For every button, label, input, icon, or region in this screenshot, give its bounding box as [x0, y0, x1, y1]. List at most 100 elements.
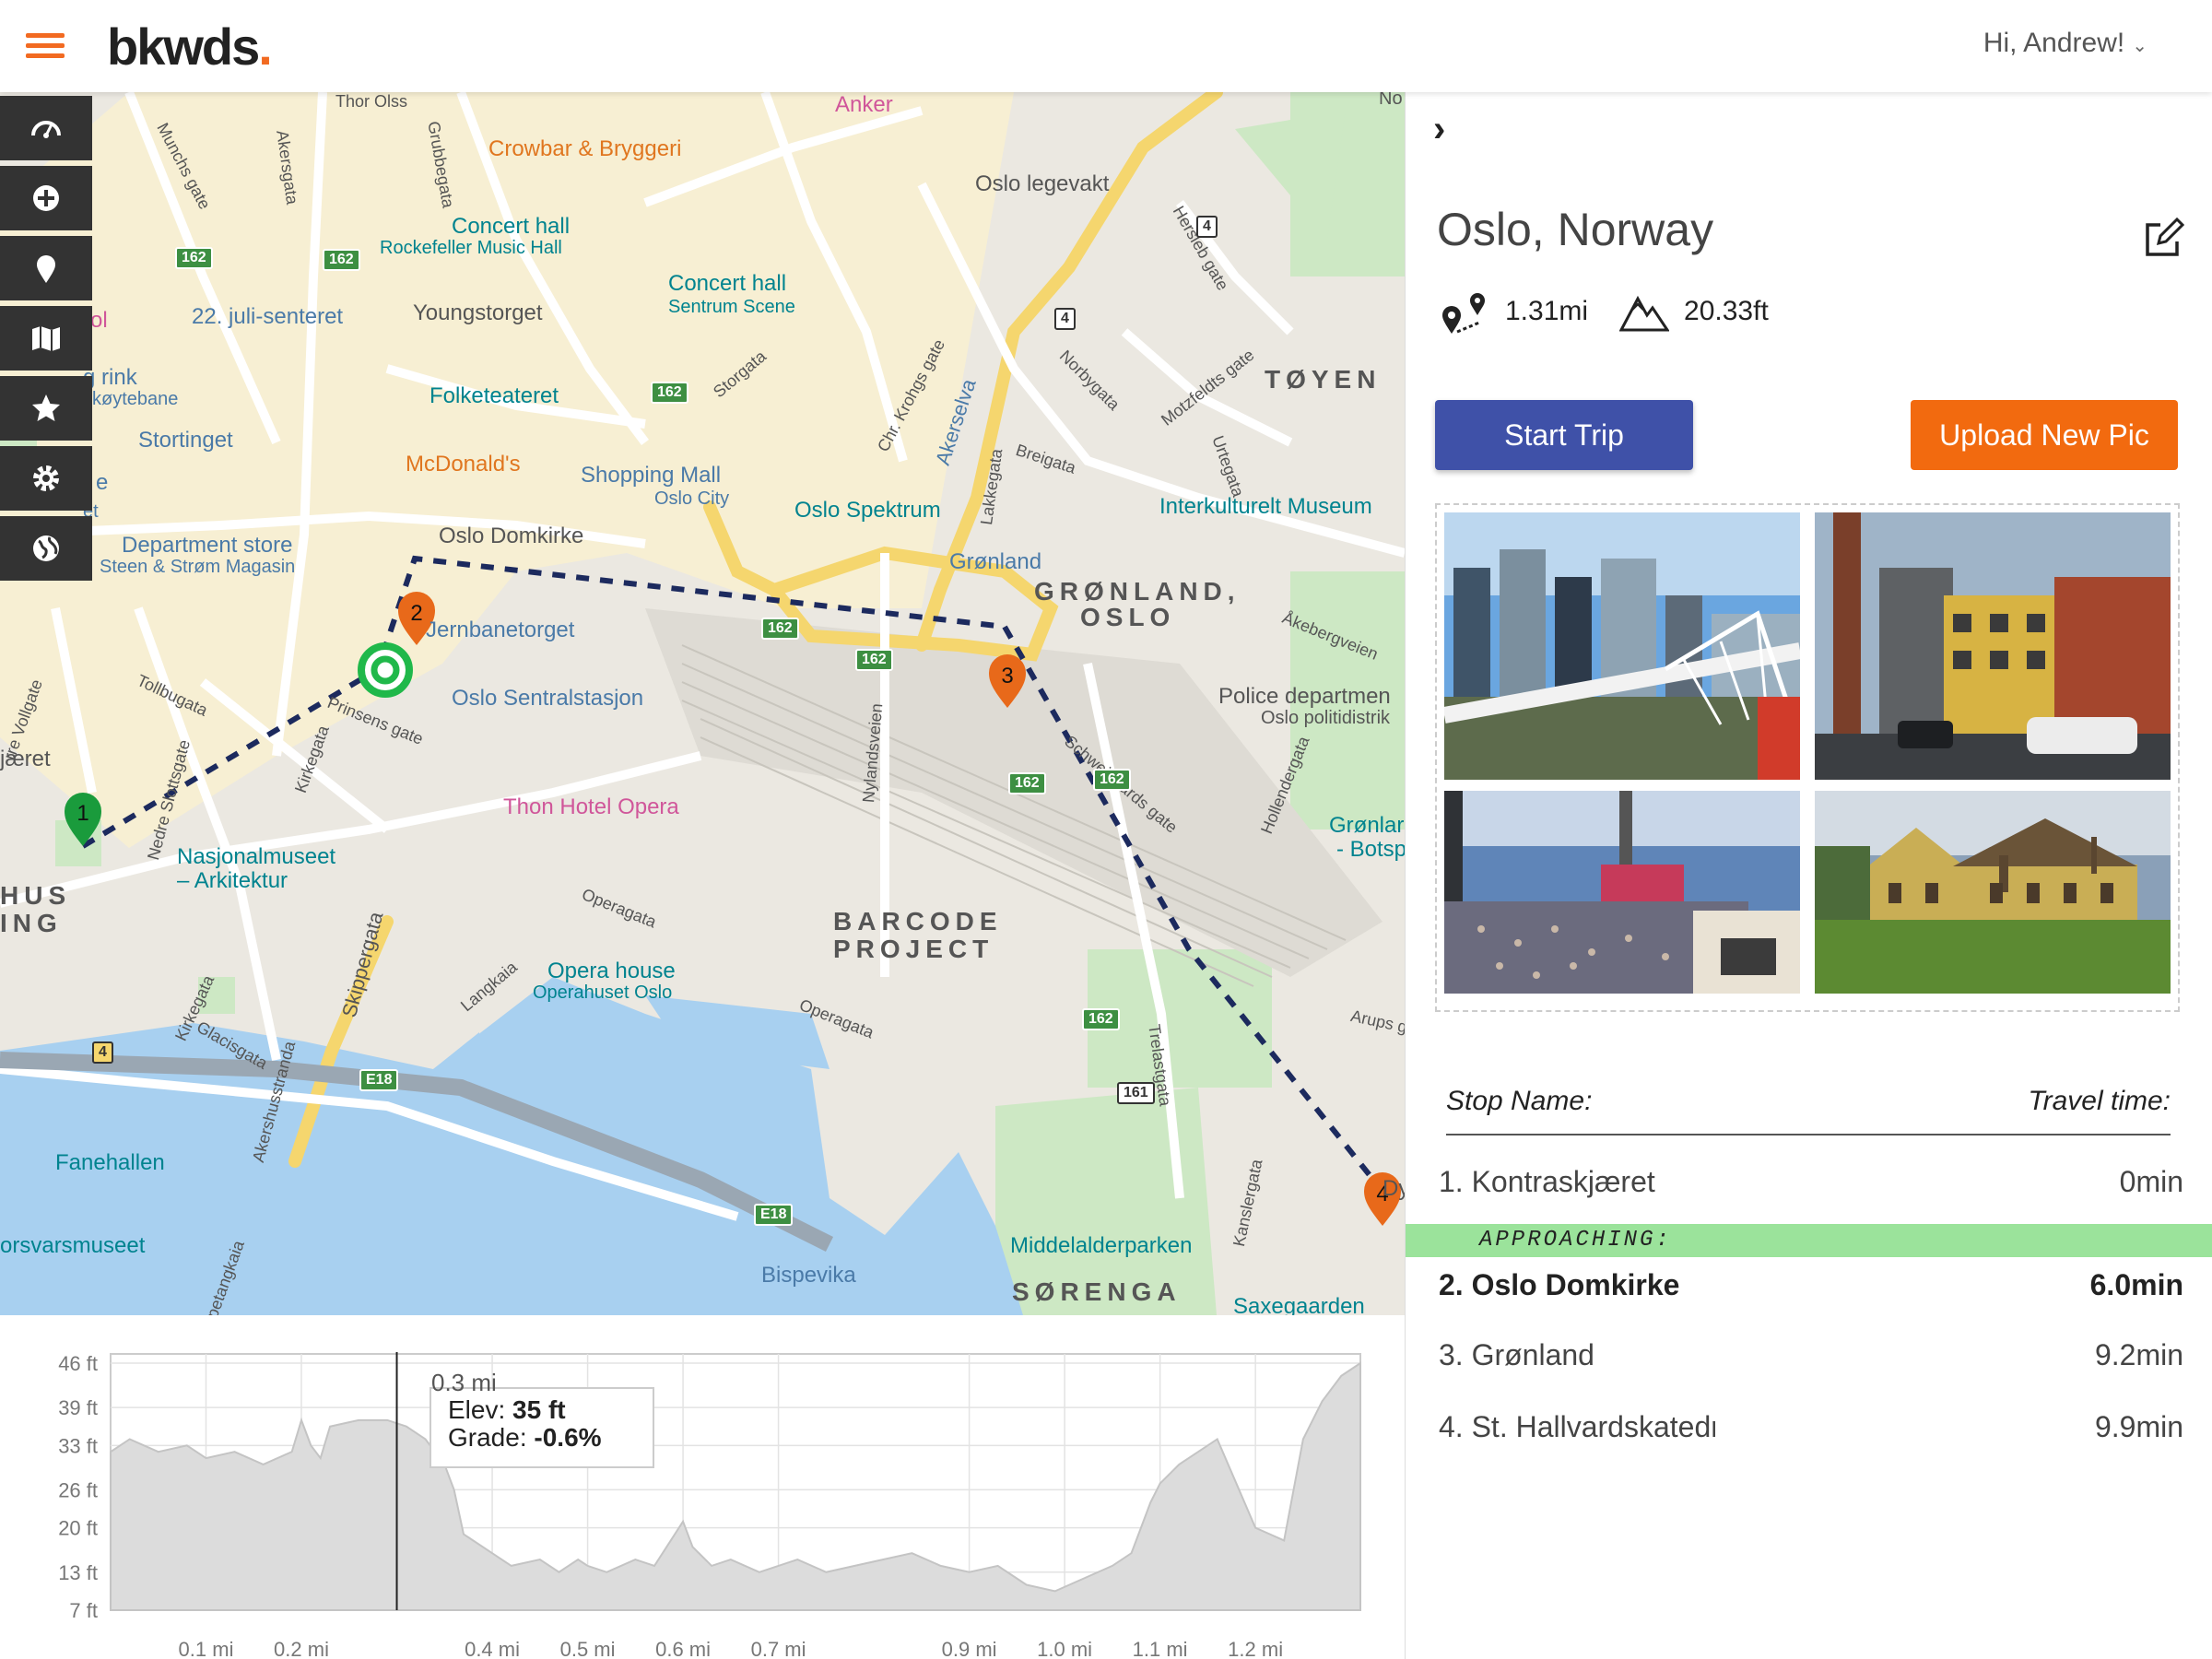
elevation-chart[interactable]: 46 ft 39 ft 33 ft 26 ft 20 ft 13 ft 7 ft 0.1 mi…: [0, 1315, 1405, 1659]
map-label[interactable]: Operahuset Oslo: [533, 982, 672, 1004]
map-label[interactable]: Saxegaarden: [1233, 1294, 1365, 1315]
map-label[interactable]: orsvarsmuseet: [0, 1233, 145, 1259]
cursor-distance-label: 0.3 mi: [431, 1369, 497, 1396]
map-label[interactable]: Grønlar: [1329, 813, 1404, 839]
map-label[interactable]: Interkulturelt Museum: [1159, 494, 1372, 520]
collapse-panel-button[interactable]: ›: [1433, 109, 1445, 150]
map-label[interactable]: Police departmen: [1218, 684, 1391, 710]
map-label[interactable]: Jernbanetorget: [426, 618, 574, 643]
stop-time: 0min: [2119, 1165, 2183, 1198]
road-shield: 162: [175, 247, 213, 269]
road-shield: 162: [1082, 1008, 1120, 1030]
x-tick-label: 0.4 mi: [465, 1638, 520, 1659]
road-shield: 161: [1117, 1082, 1155, 1104]
map-label: Dy: [1382, 1176, 1405, 1201]
map-label[interactable]: – Arkitektur: [177, 868, 288, 894]
map-label[interactable]: Oslo City: [654, 488, 729, 510]
photo-gallery: [1435, 503, 2180, 1012]
map-label[interactable]: Folketeateret: [429, 383, 559, 409]
map-label: SØRENGA: [1012, 1277, 1182, 1306]
stop-name: 1. Kontraskjæret: [1439, 1165, 1655, 1198]
y-tick-label: 20 ft: [58, 1517, 98, 1540]
map-label[interactable]: Middelalderparken: [1010, 1233, 1192, 1259]
map-label[interactable]: Anker: [835, 92, 893, 118]
column-travel-time: Travel time:: [2028, 1086, 2171, 1116]
map-label[interactable]: Rockefeller Music Hall: [380, 238, 562, 259]
map-label[interactable]: Grønland: [949, 549, 1041, 575]
stop-time: 9.2min: [2094, 1338, 2183, 1371]
map-label[interactable]: Oslo Domkirke: [439, 524, 583, 549]
map-label[interactable]: Oslo politidistrik: [1261, 708, 1390, 729]
x-tick-label: 0.2 mi: [274, 1638, 329, 1659]
map-label[interactable]: Concert hall: [668, 271, 786, 297]
road-shield: 162: [855, 649, 893, 671]
road-shield: 162: [761, 618, 799, 640]
y-tick-label: 33 ft: [58, 1434, 98, 1457]
map-label[interactable]: Oslo legevakt: [975, 171, 1109, 197]
star-icon[interactable]: [0, 376, 92, 441]
add-icon[interactable]: [0, 166, 92, 230]
road-shield: E18: [359, 1069, 399, 1091]
map-label[interactable]: Stortinget: [138, 428, 233, 453]
start-trip-button[interactable]: Start Trip: [1435, 400, 1693, 470]
map-label[interactable]: Oslo Sentralstasjon: [452, 686, 643, 712]
map-label: Bispevika: [761, 1263, 856, 1288]
stop-row-active[interactable]: 2. Oslo Domkirke 6.0min: [1406, 1259, 2212, 1311]
road-shield: 162: [651, 382, 688, 404]
top-bar: bkwds. Hi, Andrew! ⌄: [0, 0, 2212, 92]
mountain-icon: [1619, 295, 1670, 332]
elevation-stat: 20.33ft: [1619, 289, 1769, 334]
x-tick-label: 0.6 mi: [655, 1638, 711, 1659]
trip-photo[interactable]: [1444, 512, 1800, 780]
settings-icon[interactable]: [0, 446, 92, 511]
map-label: OSLO: [1080, 603, 1176, 631]
map-icon[interactable]: [0, 306, 92, 371]
map-label[interactable]: - Botsp: [1336, 837, 1405, 863]
map-label[interactable]: Thon Hotel Opera: [503, 794, 679, 820]
column-stop-name: Stop Name:: [1446, 1086, 1593, 1116]
stop-row[interactable]: 3. Grønland 9.2min: [1406, 1329, 2212, 1381]
map-label[interactable]: Shopping Mall: [581, 463, 721, 488]
road-shield: 162: [323, 249, 360, 271]
elevation-chart-canvas: 46 ft 39 ft 33 ft 26 ft 20 ft 13 ft 7 ft 0.1 mi…: [58, 1352, 1361, 1659]
edit-icon[interactable]: [2142, 218, 2184, 260]
trip-photo[interactable]: [1444, 791, 1800, 994]
dashboard-icon[interactable]: [0, 96, 92, 160]
map-label[interactable]: Oslo Spektrum: [794, 498, 941, 524]
y-tick-label: 7 ft: [69, 1599, 98, 1622]
location-pin-icon[interactable]: [0, 236, 92, 300]
tool-sidebar: [0, 96, 92, 586]
road-shield: 4: [1054, 308, 1076, 330]
map-label[interactable]: 22. juli-senteret: [192, 304, 343, 330]
user-menu[interactable]: Hi, Andrew! ⌄: [1983, 28, 2147, 59]
map-label[interactable]: Crowbar & Bryggeri: [488, 136, 681, 162]
hamburger-menu-icon[interactable]: [26, 33, 65, 59]
trip-photo[interactable]: [1815, 791, 2171, 994]
route-distance-icon: [1442, 293, 1485, 334]
x-tick-label: 1.0 mi: [1037, 1638, 1092, 1659]
map-label[interactable]: Opera house: [547, 959, 676, 984]
app-logo[interactable]: bkwds.: [107, 17, 273, 76]
distance-stat: 1.31mi: [1439, 286, 1588, 337]
trip-stats: 1.31mi 20.33ft: [1439, 286, 1800, 337]
globe-icon[interactable]: [0, 516, 92, 581]
map-label[interactable]: Sentrum Scene: [668, 297, 795, 318]
map-view[interactable]: 1 2 3 4 Anker Crowbar & Bryggeri Oslo le…: [0, 92, 1405, 1315]
map-label[interactable]: Steen & Strøm Magasin: [100, 557, 295, 578]
map-label[interactable]: Department store: [122, 533, 292, 559]
upload-pic-button[interactable]: Upload New Pic: [1911, 400, 2178, 470]
map-label[interactable]: McDonald's: [406, 452, 521, 477]
map-label[interactable]: Concert hall: [452, 214, 570, 240]
map-label[interactable]: Nasjonalmuseet: [177, 844, 335, 870]
road-shield: 162: [1008, 772, 1046, 794]
stop-name: 3. Grønland: [1439, 1338, 1594, 1371]
map-label[interactable]: Fanehallen: [55, 1150, 165, 1176]
map-label[interactable]: skøytebane: [83, 389, 178, 410]
map-label[interactable]: Youngstorget: [413, 300, 543, 326]
map-label[interactable]: ol: [90, 308, 108, 334]
stop-row[interactable]: 4. St. Hallvardskatedr 9.9min: [1406, 1401, 2212, 1453]
trip-photo[interactable]: [1815, 512, 2171, 780]
y-tick-label: 26 ft: [58, 1478, 98, 1501]
stop-row[interactable]: 1. Kontraskjæret 0min: [1406, 1156, 2212, 1207]
map-label[interactable]: e: [96, 470, 108, 496]
